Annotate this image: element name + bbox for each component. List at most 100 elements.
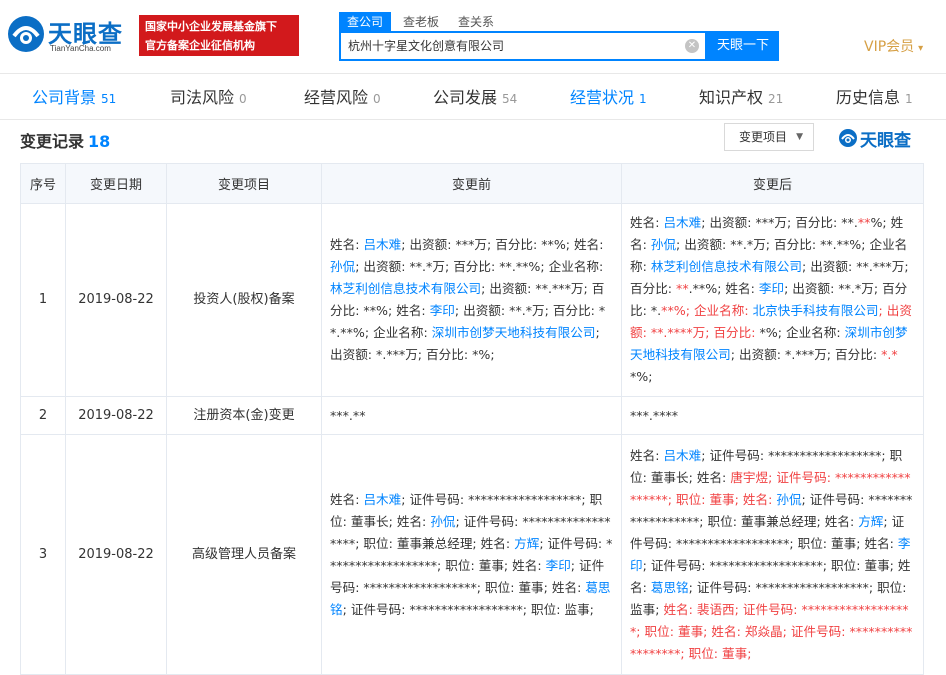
record-text: 姓名: xyxy=(630,447,664,463)
search-tab-company[interactable]: 查公司 xyxy=(339,12,392,32)
cell-before: ***.** xyxy=(321,396,622,435)
cell-item: 高级管理人员备案 xyxy=(166,434,322,675)
table-header-row: 序号 变更日期 变更项目 变更前 变更后 xyxy=(20,163,924,204)
tab-label: 知识产权 xyxy=(699,88,764,107)
change-item-filter[interactable]: 变更项目 ▼ xyxy=(724,123,814,151)
section-count: 18 xyxy=(88,132,111,151)
chevron-down-icon: ▾ xyxy=(918,43,924,54)
tab-intellectual-property[interactable]: 知识产权 21 xyxy=(699,74,783,120)
entity-link[interactable]: 李印 xyxy=(546,558,571,573)
badge-line-1: 国家中小企业发展基金旗下 xyxy=(145,20,277,33)
filter-label: 变更项目 xyxy=(739,130,788,144)
cell-index: 3 xyxy=(20,434,66,675)
col-header-index: 序号 xyxy=(20,163,66,204)
watermark-logo: 天眼查 xyxy=(838,126,928,151)
record-text: ; 出资额: **.*万; 百分比: **.**%; 企业名称: xyxy=(355,259,604,274)
tab-count: 51 xyxy=(101,92,117,106)
cell-before: 姓名: 吕木难; 出资额: ***万; 百分比: **%; 姓名: 孙侃; 出资… xyxy=(321,203,622,397)
entity-link[interactable]: 方辉 xyxy=(858,514,883,529)
record-text: ***.** xyxy=(330,407,366,423)
vip-label: VIP会员 xyxy=(864,39,915,55)
search-tab-boss[interactable]: 查老板 xyxy=(395,12,447,32)
entity-link[interactable]: 北京快手科技有限公司 xyxy=(753,303,879,318)
search-input-value: 杭州十字星文化创意有限公司 xyxy=(348,39,505,53)
entity-link[interactable]: 吕木难 xyxy=(663,215,701,230)
clear-icon[interactable]: ✕ xyxy=(685,39,699,53)
record-text: ***.**** xyxy=(630,407,679,423)
tab-business-status[interactable]: 经营状况 1 xyxy=(570,74,647,120)
changed-text: **%; 企业名称: xyxy=(661,303,753,318)
tab-label: 经营状况 xyxy=(570,88,635,107)
entity-link[interactable]: 孙侃 xyxy=(330,259,355,274)
tab-count: 0 xyxy=(373,92,381,106)
record-text: ; 出资额: ***万; 百分比: **. xyxy=(701,215,858,230)
record-text: 姓名: xyxy=(330,491,364,507)
cell-date: 2019-08-22 xyxy=(65,396,167,435)
col-header-date: 变更日期 xyxy=(65,163,167,204)
site-logo[interactable]: 天眼查 TianYanCha.com xyxy=(6,12,130,58)
cell-before: 姓名: 吕木难; 证件号码: ******************; 职位: 董… xyxy=(321,434,622,675)
entity-link[interactable]: 孙侃 xyxy=(776,492,801,507)
cell-date: 2019-08-22 xyxy=(65,203,167,397)
search-tab-relation[interactable]: 查关系 xyxy=(450,12,502,32)
changed-text: ** xyxy=(857,215,871,230)
tab-business-risk[interactable]: 经营风险 0 xyxy=(304,74,381,120)
tab-company-development[interactable]: 公司发展 54 xyxy=(433,74,517,120)
official-badge: 国家中小企业发展基金旗下 官方备案企业征信机构 xyxy=(139,15,299,56)
company-nav-tabs: 公司背景 51 司法风险 0 经营风险 0 公司发展 54 经营状况 1 知识产权 21 历… xyxy=(0,74,946,120)
changed-text: *.* xyxy=(881,347,898,362)
tab-history[interactable]: 历史信息 1 xyxy=(836,74,913,120)
tab-legal-risk[interactable]: 司法风险 0 xyxy=(170,74,247,120)
watermark-eye-icon xyxy=(839,129,857,147)
entity-link[interactable]: 吕木难 xyxy=(363,237,401,252)
record-text: 姓名: xyxy=(630,215,664,230)
col-header-item: 变更项目 xyxy=(166,163,322,204)
tab-count: 1 xyxy=(905,92,913,106)
section-title: 变更记录 18 xyxy=(20,128,110,152)
entity-link[interactable]: 林芝利创信息技术有限公司 xyxy=(651,259,802,274)
search-input[interactable]: 杭州十字星文化创意有限公司 ✕ xyxy=(339,31,707,61)
cell-index: 2 xyxy=(20,396,66,435)
entity-link[interactable]: 深圳市创梦天地科技有限公司 xyxy=(432,325,596,340)
search-button[interactable]: 天眼一下 xyxy=(707,31,779,61)
logo-eye-icon xyxy=(8,16,44,52)
record-text: ; 出资额: ***万; 百分比: **%; 姓名: xyxy=(401,237,604,252)
entity-link[interactable]: 李印 xyxy=(759,281,784,296)
entity-link[interactable]: 孙侃 xyxy=(651,237,676,252)
vip-menu[interactable]: VIP会员 ▾ xyxy=(864,36,923,56)
entity-link[interactable]: 吕木难 xyxy=(363,492,401,507)
cell-item: 注册资本(金)变更 xyxy=(166,396,322,435)
record-text: ; 出资额: *.***万; 百分比: xyxy=(730,347,882,362)
record-text: 姓名: xyxy=(330,237,364,252)
caret-down-icon: ▼ xyxy=(796,132,803,142)
record-text: *%; xyxy=(630,369,653,384)
cell-date: 2019-08-22 xyxy=(65,434,167,675)
change-record-table: 序号 变更日期 变更项目 变更前 变更后 1 2019-08-22 投资人(股权… xyxy=(20,163,924,675)
table-row: 1 2019-08-22 投资人(股权)备案 姓名: 吕木难; 出资额: ***… xyxy=(20,203,924,397)
section-title-label: 变更记录 xyxy=(20,132,85,151)
tab-label: 司法风险 xyxy=(170,88,235,107)
logo-domain: TianYanCha.com xyxy=(50,44,111,53)
record-text: ; 证件号码: ******************; 职位: 监事; xyxy=(342,601,594,617)
entity-link[interactable]: 方辉 xyxy=(514,536,539,551)
changed-text: 姓名: 裴语西; 证件号码: ******************; 职位: 董… xyxy=(630,601,913,661)
entity-link[interactable]: 林芝利创信息技术有限公司 xyxy=(330,281,481,296)
tab-company-background[interactable]: 公司背景 51 xyxy=(32,74,116,120)
cell-index: 1 xyxy=(20,203,66,397)
tab-label: 经营风险 xyxy=(304,88,369,107)
entity-link[interactable]: 吕木难 xyxy=(663,448,701,463)
entity-link[interactable]: 李印 xyxy=(430,303,455,318)
top-header: 天眼查 TianYanCha.com 国家中小企业发展基金旗下 官方备案企业征信… xyxy=(0,0,946,74)
cell-item: 投资人(股权)备案 xyxy=(166,203,322,397)
entity-link[interactable]: 孙侃 xyxy=(430,514,455,529)
cell-after: 姓名: 吕木难; 证件号码: ******************; 职位: 董… xyxy=(621,434,924,675)
tab-count: 54 xyxy=(502,92,518,106)
record-text: *%; 企业名称: xyxy=(759,325,845,340)
tab-label: 公司发展 xyxy=(433,88,498,107)
tab-count: 21 xyxy=(768,92,784,106)
entity-link[interactable]: 葛思铭 xyxy=(651,580,689,595)
watermark-text: 天眼查 xyxy=(860,131,911,151)
tab-count: 0 xyxy=(239,92,247,106)
cell-after: 姓名: 吕木难; 出资额: ***万; 百分比: **.**%; 姓名: 孙侃;… xyxy=(621,203,924,397)
table-row: 3 2019-08-22 高级管理人员备案 姓名: 吕木难; 证件号码: ***… xyxy=(20,434,924,675)
